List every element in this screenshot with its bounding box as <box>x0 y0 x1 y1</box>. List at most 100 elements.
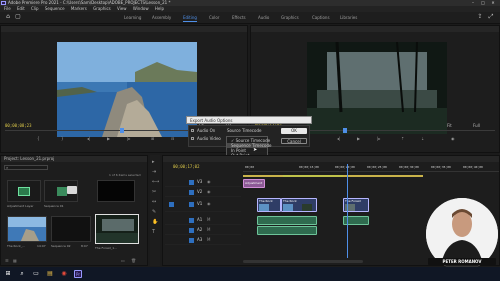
track-target-button[interactable] <box>189 190 194 195</box>
hand-tool-icon[interactable]: ✋ <box>152 219 158 225</box>
project-item-duration: 14:07 <box>37 244 46 248</box>
source-overwrite-icon[interactable]: ⊟ <box>171 136 174 141</box>
program-playhead[interactable] <box>343 128 347 133</box>
menu-clip[interactable]: Clip <box>31 6 39 11</box>
forest-thumbnail-image <box>96 215 138 243</box>
rock-clip-1[interactable]: The Rock <box>257 198 281 212</box>
icon-view-icon[interactable]: ▦ <box>13 258 17 263</box>
slip-tool-icon[interactable]: ↔ <box>152 199 156 205</box>
tab-color[interactable]: Color <box>209 15 219 20</box>
track-target-button[interactable] <box>189 228 194 233</box>
source-patch-button[interactable] <box>169 202 174 207</box>
project-panel-tab[interactable]: Project: Lesson_21.prproj <box>1 156 147 162</box>
menu-file[interactable]: File <box>4 6 11 11</box>
project-item-forest[interactable] <box>95 214 139 244</box>
list-view-icon[interactable]: ☰ <box>5 258 9 263</box>
adjustment-clip[interactable]: Adjustment <box>243 179 265 188</box>
tab-editing[interactable]: Editing <box>183 15 197 22</box>
timeline-zoom-scrollbar[interactable] <box>243 260 363 263</box>
mute-button[interactable]: M <box>207 217 210 222</box>
timeline-timecode[interactable]: 00;00;17;02 <box>173 164 200 169</box>
audio-video-checkbox[interactable] <box>191 137 194 140</box>
cancel-button[interactable]: Cancel <box>281 138 307 144</box>
windows-icon[interactable]: ⊞ <box>4 270 12 278</box>
tab-libraries[interactable]: Libraries <box>340 15 357 20</box>
menu-help[interactable]: Help <box>155 6 164 11</box>
tab-graphics[interactable]: Graphics <box>281 15 299 20</box>
tab-assembly[interactable]: Assembly <box>152 15 171 20</box>
source-playhead[interactable] <box>120 128 124 133</box>
timeline-ruler[interactable]: 00;00 00;00;15;00 00;00;20;00 00;00;25;0… <box>243 164 499 172</box>
program-fit-dropdown[interactable]: Fit <box>447 123 452 128</box>
track-target-button[interactable] <box>189 202 194 207</box>
source-mark-in-icon[interactable]: { <box>37 136 40 141</box>
explorer-icon[interactable]: ▤ <box>46 270 54 278</box>
export-dialog-name-field[interactable]: Export Audio Options <box>186 116 312 124</box>
project-search-input[interactable]: ⌕ <box>4 165 48 170</box>
new-item-icon[interactable]: ▭ <box>121 258 125 263</box>
folder-icon <box>67 186 77 194</box>
project-item-adjustment-layer[interactable] <box>7 180 41 202</box>
program-export-frame-icon[interactable]: ◉ <box>451 136 455 141</box>
audio-clip-a2[interactable] <box>257 226 317 235</box>
razor-tool-icon[interactable]: ✂ <box>152 189 156 195</box>
program-extract-icon[interactable]: ⇣ <box>421 136 424 141</box>
track-target-button[interactable] <box>189 180 194 185</box>
menu-markers[interactable]: Markers <box>71 6 87 11</box>
track-target-button[interactable] <box>189 218 194 223</box>
search-icon[interactable]: ⌕ <box>18 270 26 278</box>
tab-learning[interactable]: Learning <box>124 15 141 20</box>
type-tool-icon[interactable]: T <box>152 229 155 235</box>
tab-captions[interactable]: Captions <box>312 15 330 20</box>
menu-view[interactable]: View <box>117 6 127 11</box>
timecode-source-dropdown[interactable]: Source Timecode <box>227 128 261 133</box>
source-step-forward-icon[interactable]: |▸ <box>127 136 130 141</box>
eye-icon[interactable]: ◉ <box>207 189 211 194</box>
program-play-icon[interactable]: ▶ <box>357 136 360 141</box>
rock-clip-2[interactable]: The Rock <box>281 198 317 212</box>
home-icon[interactable]: ⌂ <box>4 13 12 21</box>
source-mark-out-icon[interactable]: } <box>61 136 64 141</box>
source-insert-icon[interactable]: ⊞ <box>151 136 154 141</box>
import-icon[interactable]: ▢ <box>14 13 22 21</box>
trash-icon[interactable]: 🗑 <box>131 258 136 263</box>
project-item-black-video[interactable] <box>97 180 135 202</box>
premiere-icon[interactable]: Pr <box>74 270 82 278</box>
menu-graphics[interactable]: Graphics <box>93 6 111 11</box>
task-view-icon[interactable]: ▭ <box>32 270 40 278</box>
project-item-rock[interactable] <box>7 216 47 242</box>
quick-export-icon[interactable]: ⇪ <box>476 13 484 21</box>
project-item-folder[interactable] <box>61 180 85 202</box>
menu-window[interactable]: Window <box>133 6 149 11</box>
eye-icon[interactable]: ◉ <box>207 179 211 184</box>
tab-effects[interactable]: Effects <box>232 15 246 20</box>
program-lift-icon[interactable]: ⇡ <box>401 136 404 141</box>
project-item-label: Sequence 01 <box>44 204 64 208</box>
ok-button[interactable]: OK <box>281 128 307 134</box>
tab-audio[interactable]: Audio <box>258 15 269 20</box>
source-play-icon[interactable]: ▶ <box>107 136 110 141</box>
mute-button[interactable]: M <box>207 227 210 232</box>
eye-icon[interactable]: ◉ <box>207 201 211 206</box>
track-select-icon[interactable]: ⇥ <box>152 169 156 175</box>
program-step-back-icon[interactable]: ◂| <box>337 136 340 141</box>
source-step-back-icon[interactable]: ◂| <box>87 136 90 141</box>
mute-button[interactable]: M <box>207 237 210 242</box>
project-item-dark-clip[interactable] <box>51 216 91 242</box>
audio-on-checkbox[interactable] <box>191 129 194 132</box>
program-step-forward-icon[interactable]: |▸ <box>377 136 380 141</box>
timeline-playhead[interactable] <box>347 164 348 258</box>
track-target-button[interactable] <box>189 238 194 243</box>
fullscreen-icon[interactable]: ⤢ <box>487 13 495 21</box>
pen-tool-icon[interactable]: ✎ <box>152 209 156 215</box>
ripple-edit-icon[interactable]: ⟷ <box>152 179 159 185</box>
menu-edit[interactable]: Edit <box>17 6 25 11</box>
menu-sequence[interactable]: Sequence <box>45 6 65 11</box>
workspace-bar: ⌂ ▢ Learning Assembly Editing Color Effe… <box>0 12 500 24</box>
program-scale-dropdown[interactable]: Full <box>473 123 480 128</box>
audio-clip-a1[interactable] <box>257 216 317 225</box>
track-label: A2 <box>197 227 203 232</box>
chrome-icon[interactable]: ◉ <box>60 270 68 278</box>
selection-tool-icon[interactable]: ▸ <box>152 159 155 165</box>
source-timecode[interactable]: 00;00;08;23 <box>5 123 32 128</box>
